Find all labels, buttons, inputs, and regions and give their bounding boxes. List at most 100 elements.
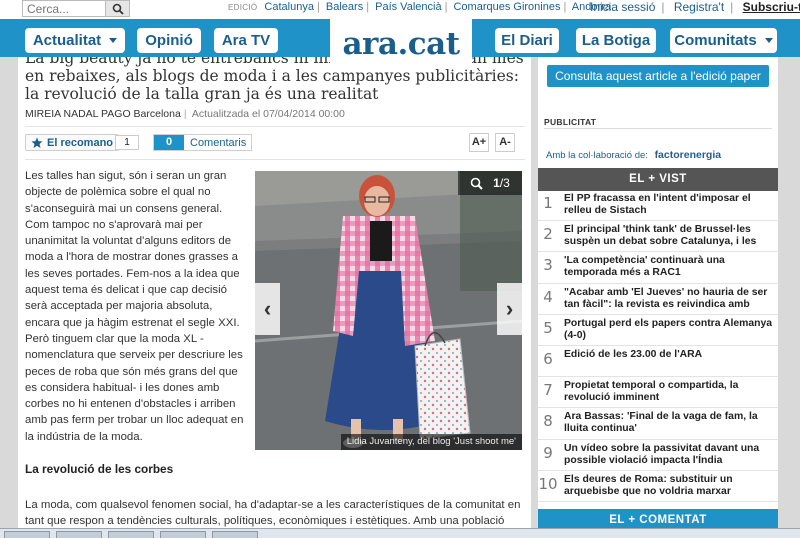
list-item[interactable]: 3 'La competència' continuarà una tempora… [538,252,778,284]
list-item[interactable]: 4 "Acabar amb 'El Jueves' no hauria de se… [538,284,778,315]
headline-link[interactable]: Propietat temporal o compartida, la revo… [564,380,776,404]
article-tools: El recomano 1 0 Comentaris A+ A- [25,133,525,153]
headline-link[interactable]: El principal 'think tank' de Brussel·les… [564,224,776,248]
headline-link[interactable]: Edició de les 23.00 de l'ARA [564,349,776,361]
photo-gallery[interactable]: 1/3 ‹ › Lidia Juvanteny, del blog 'Just … [255,171,522,450]
search-icon [112,3,124,15]
rank-number: 10 [538,474,558,493]
site-logo[interactable]: ara.cat [330,19,472,69]
most-viewed-header[interactable]: EL + VIST [538,168,778,191]
login-link[interactable]: Inicia sessió [590,0,655,14]
list-item[interactable]: 2 El principal 'think tank' de Brussel·le… [538,221,778,253]
sponsor-line: Amb la col·laboració de: factorenergia [546,149,721,161]
headline-link[interactable]: Els deures de Roma: substituir un arqueb… [564,474,776,498]
taskbar-button[interactable] [108,531,154,538]
comments-label: Comentaris [190,136,247,149]
user-links: Inicia sessió| Registra't| Subscriu-t'hi [590,0,800,14]
taskbar-button[interactable] [4,531,50,538]
subscribe-link[interactable]: Subscriu-t'hi [743,0,800,14]
rank-number: 1 [543,194,553,212]
sponsor-logo[interactable]: factorenergia [655,149,722,161]
taskbar-button[interactable] [56,531,102,538]
nav-comunitats-label: Comunitats [674,32,757,49]
photo-caption: Lidia Juvanteny, del blog 'Just shoot me… [340,434,522,450]
chevron-down-icon [764,38,773,43]
list-item[interactable]: 9 Un vídeo sobre la passivitat davant una… [538,440,778,471]
recommend-button[interactable]: El recomano [25,134,120,151]
photo-current: 1 [493,176,500,190]
font-decrease-button[interactable]: A- [495,133,515,152]
updated-date: Actualitzada el 07/04/2014 00:00 [191,108,345,120]
most-viewed-list: 1 El PP fracassa en l'intent d'imposar el… [538,190,778,502]
nav-opinio[interactable]: Opinió [137,28,201,53]
editions-bar: EDICIÓ Catalunya | Balears | País Valencià… [228,1,611,13]
rank-number: 6 [543,349,553,368]
sidebar: Consulta aquest article a l'edició paper… [538,57,778,538]
photo-counter: 1/3 [458,171,522,195]
headline-link[interactable]: 'La competència' continuarà una temporad… [564,255,776,279]
chevron-down-icon [109,38,118,43]
headline-link[interactable]: "Acabar amb 'El Jueves' no hauria de ser… [564,287,776,311]
photo-prev-button[interactable]: ‹ [255,283,280,335]
register-link[interactable]: Registra't [674,0,724,14]
rank-number: 7 [543,381,553,400]
nav-ara-tv[interactable]: Ara TV [214,28,278,53]
zoom-icon[interactable] [470,177,483,190]
divider [25,126,525,127]
nav-opinio-label: Opinió [145,32,193,49]
nav-el-diari[interactable]: El Diari [495,28,559,53]
collab-label: Amb la col·laboració de: [546,150,648,161]
list-item[interactable]: 10 Els deures de Roma: substituir un arqu… [538,471,778,502]
edition-pais-valencia[interactable]: País Valencià [375,1,441,13]
search-button[interactable] [105,1,129,16]
photo-total: /3 [499,176,510,190]
author[interactable]: MIREIA NADAL PAGO [25,108,131,120]
article: La big beauty ja no té entrebancs ni imp… [18,57,531,538]
comments-button[interactable]: 0 Comentaris [153,134,253,151]
nav-comunitats[interactable]: Comunitats [670,28,777,53]
paper-edition-button[interactable]: Consulta aquest article a l'edició paper [547,65,769,87]
recommend-label: El recomano [47,136,114,149]
taskbar [0,528,800,538]
nav-actualitat[interactable]: Actualitat [25,28,125,53]
rank-number: 4 [543,287,553,306]
list-item[interactable]: 7 Propietat temporal o compartida, la rev… [538,377,778,409]
edition-comarques-gironines[interactable]: Comarques Gironines [453,1,560,13]
rank-number: 3 [543,256,553,275]
article-subheading: La revolució de les corbes [25,462,174,476]
nav-ara-tv-label: Ara TV [221,32,271,49]
nav-actualitat-label: Actualitat [32,32,102,49]
divider [544,128,772,129]
taskbar-button[interactable] [212,531,258,538]
list-item[interactable]: 8 Ara Bassas: 'Final de la vaga de fam, l… [538,408,778,440]
headline-link[interactable]: Un vídeo sobre la passivitat davant una … [564,443,776,467]
edition-catalunya[interactable]: Catalunya [264,1,314,13]
top-strip: EDICIÓ Catalunya| Balears| País Valencià… [0,0,800,19]
headline-link[interactable]: El PP fracassa en l'intent d'imposar el … [564,193,776,217]
list-item[interactable]: 1 El PP fracassa en l'intent d'imposar el… [538,190,778,222]
list-item[interactable]: 5 Portugal perd els papers contra Alemany… [538,315,778,346]
taskbar-button[interactable] [160,531,206,538]
rank-number: 9 [543,443,553,462]
article-paragraph: Les talles han sigut, són i seran un gra… [25,170,244,443]
search-box [22,0,130,17]
rank-number: 2 [543,225,553,244]
chevron-right-icon: › [505,296,514,321]
nav-el-diari-label: El Diari [501,32,553,49]
headline-link[interactable]: Portugal perd els papers contra Alemanya… [564,318,776,342]
recommend-count: 1 [115,135,139,150]
photo-next-button[interactable]: › [497,283,522,335]
search-input[interactable] [23,1,105,16]
byline: MIREIA NADAL PAGO Barcelona | Actualitzad… [25,108,345,120]
edition-balears[interactable]: Balears [326,1,363,13]
publicity-label: PUBLICITAT [544,117,597,127]
headline-link[interactable]: Ara Bassas: 'Final de la vaga de fam, la… [564,411,776,435]
article-photo [255,171,522,450]
rank-number: 5 [543,318,553,337]
chevron-left-icon: ‹ [263,296,272,321]
star-icon [31,137,43,148]
divider [25,159,525,160]
list-item[interactable]: 6 Edició de les 23.00 de l'ARA [538,346,778,378]
font-increase-button[interactable]: A+ [469,133,489,152]
nav-la-botiga[interactable]: La Botiga [576,28,656,53]
